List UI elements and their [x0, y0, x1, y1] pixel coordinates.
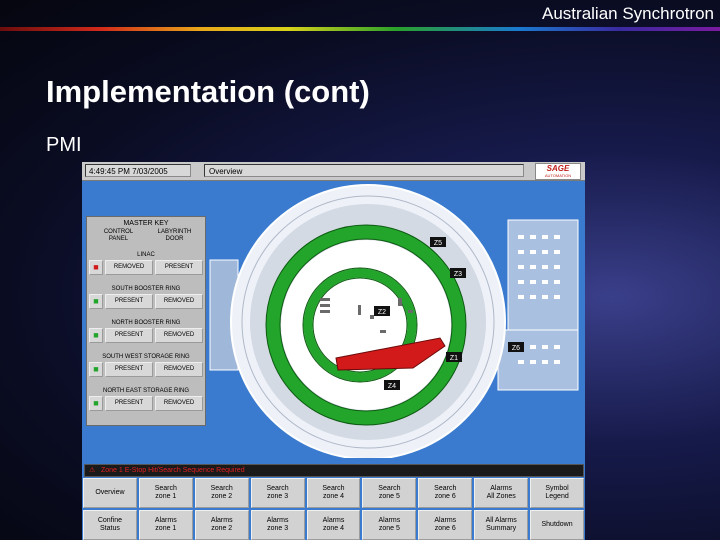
logo-main-text: SAGE	[546, 164, 570, 173]
nav-search-zone-6-button[interactable]: Search zone 6	[418, 478, 473, 508]
padlock-green-icon: ■	[89, 362, 103, 377]
nav-all-alarms-summary-button[interactable]: All Alarms Summary	[474, 510, 529, 540]
master-key-title: MASTER KEY	[123, 220, 169, 227]
nav-shutdown-button[interactable]: Shutdown	[530, 510, 584, 540]
labyrinth-door-column-label: LABYRINTH DOOR	[157, 229, 192, 242]
brand-text: Australian Synchrotron	[542, 4, 714, 23]
key-status-left-button[interactable]: PRESENT	[105, 328, 153, 343]
zone-label-z3: Z3	[450, 268, 466, 278]
svg-text:Z3: Z3	[454, 271, 462, 278]
control-panel-column-label: CONTROL PANEL	[103, 229, 134, 242]
svg-text:Z6: Z6	[512, 345, 520, 352]
zone-key-row: SOUTH BOOSTER RING ■ PRESENT REMOVED	[89, 285, 203, 309]
nav-alarms-zone-1-button[interactable]: Alarms zone 1	[138, 510, 193, 540]
slide-subtitle: PMI	[46, 134, 82, 156]
zone-key-row: LINAC ■ REMOVED PRESENT	[89, 251, 203, 275]
zone-key-label: NORTH BOOSTER RING	[111, 320, 181, 326]
svg-text:Z4: Z4	[388, 383, 396, 390]
padlock-green-icon: ■	[89, 328, 103, 343]
zone-key-label: LINAC	[137, 252, 155, 258]
svg-text:Z1: Z1	[450, 355, 458, 362]
zone-label-z2: Z2	[374, 306, 390, 316]
rainbow-divider	[0, 27, 720, 31]
nav-search-zone-4-button[interactable]: Search zone 4	[306, 478, 361, 508]
east-annex-2	[497, 329, 579, 391]
padlock-green-icon: ■	[89, 396, 103, 411]
zone-key-buttons: ■ PRESENT REMOVED	[89, 396, 203, 411]
key-status-left-button[interactable]: PRESENT	[105, 396, 153, 411]
nav-overview-button[interactable]: Overview	[83, 478, 137, 508]
navigation-button-grid: Overview Search zone 1 Search zone 2 Search…	[82, 478, 585, 540]
zone-key-buttons: ■ PRESENT REMOVED	[89, 362, 203, 377]
nav-alarms-all-zones-button[interactable]: Alarms All Zones	[474, 478, 529, 508]
facility-overview-map: Z5 Z3 Z2 Z6 Z1 Z4	[209, 184, 579, 458]
svg-text:Z2: Z2	[378, 309, 386, 316]
screen-name-display: Overview	[204, 164, 524, 177]
key-status-right-button[interactable]: REMOVED	[155, 362, 203, 377]
nav-search-zone-2-button[interactable]: Search zone 2	[194, 478, 249, 508]
master-key-panel: MASTER KEY CONTROL PANEL LABYRINTH DOOR …	[86, 216, 206, 426]
key-status-left-button[interactable]: PRESENT	[105, 294, 153, 309]
key-status-right-button[interactable]: REMOVED	[155, 396, 203, 411]
nav-alarms-zone-3-button[interactable]: Alarms zone 3	[250, 510, 305, 540]
hmi-header-bar: 4:49:45 PM 7/03/2005 Overview SAGE AUTOM…	[82, 162, 585, 181]
nav-search-zone-3-button[interactable]: Search zone 3	[250, 478, 305, 508]
zone-key-label: SOUTH BOOSTER RING	[111, 286, 181, 292]
logo-sub-text: AUTOMATION	[544, 173, 572, 178]
zone-key-row: NORTH EAST STORAGE RING ■ PRESENT REMOVED	[89, 387, 203, 411]
zone-label-z5: Z5	[430, 237, 446, 247]
key-status-right-button[interactable]: REMOVED	[155, 294, 203, 309]
alarm-icon: ⚠	[89, 467, 96, 474]
zone-key-row: NORTH BOOSTER RING ■ PRESENT REMOVED	[89, 319, 203, 343]
zone-label-z4: Z4	[384, 380, 400, 390]
svg-text:Z5: Z5	[434, 240, 442, 247]
slide-title: Implementation (cont)	[46, 74, 370, 109]
key-status-right-button[interactable]: REMOVED	[155, 328, 203, 343]
nav-confine-status-button[interactable]: Confine Status	[83, 510, 137, 540]
zone-key-buttons: ■ PRESENT REMOVED	[89, 328, 203, 343]
padlock-green-icon: ■	[89, 294, 103, 309]
alarm-message-bar: ⚠ Zone 1 E-Stop Hit/Search Sequence Requ…	[84, 464, 584, 477]
sage-logo: SAGE AUTOMATION	[535, 163, 581, 180]
zone-key-buttons: ■ PRESENT REMOVED	[89, 294, 203, 309]
datetime-display: 4:49:45 PM 7/03/2005	[85, 164, 191, 177]
zone-label-z1: Z1	[446, 352, 462, 362]
nav-symbol-legend-button[interactable]: Symbol Legend	[530, 478, 584, 508]
zone-label-z6: Z6	[508, 342, 524, 352]
zone-key-label: SOUTH WEST STORAGE RING	[102, 354, 190, 360]
nav-alarms-zone-4-button[interactable]: Alarms zone 4	[306, 510, 361, 540]
nav-search-zone-5-button[interactable]: Search zone 5	[362, 478, 417, 508]
nav-alarms-zone-5-button[interactable]: Alarms zone 5	[362, 510, 417, 540]
zone-key-label: NORTH EAST STORAGE RING	[102, 388, 189, 394]
key-status-left-button[interactable]: PRESENT	[105, 362, 153, 377]
alarm-message-text: Zone 1 E-Stop Hit/Search Sequence Requir…	[101, 467, 245, 474]
hmi-screenshot: 4:49:45 PM 7/03/2005 Overview SAGE AUTOM…	[82, 162, 585, 540]
nav-alarms-zone-2-button[interactable]: Alarms zone 2	[194, 510, 249, 540]
nav-alarms-zone-6-button[interactable]: Alarms zone 6	[418, 510, 473, 540]
zone-key-row: SOUTH WEST STORAGE RING ■ PRESENT REMOVED	[89, 353, 203, 377]
padlock-red-icon: ■	[89, 260, 103, 275]
nav-search-zone-1-button[interactable]: Search zone 1	[138, 478, 193, 508]
key-status-right-button[interactable]: PRESENT	[155, 260, 203, 275]
key-status-left-button[interactable]: REMOVED	[105, 260, 153, 275]
zone-key-buttons: ■ REMOVED PRESENT	[89, 260, 203, 275]
